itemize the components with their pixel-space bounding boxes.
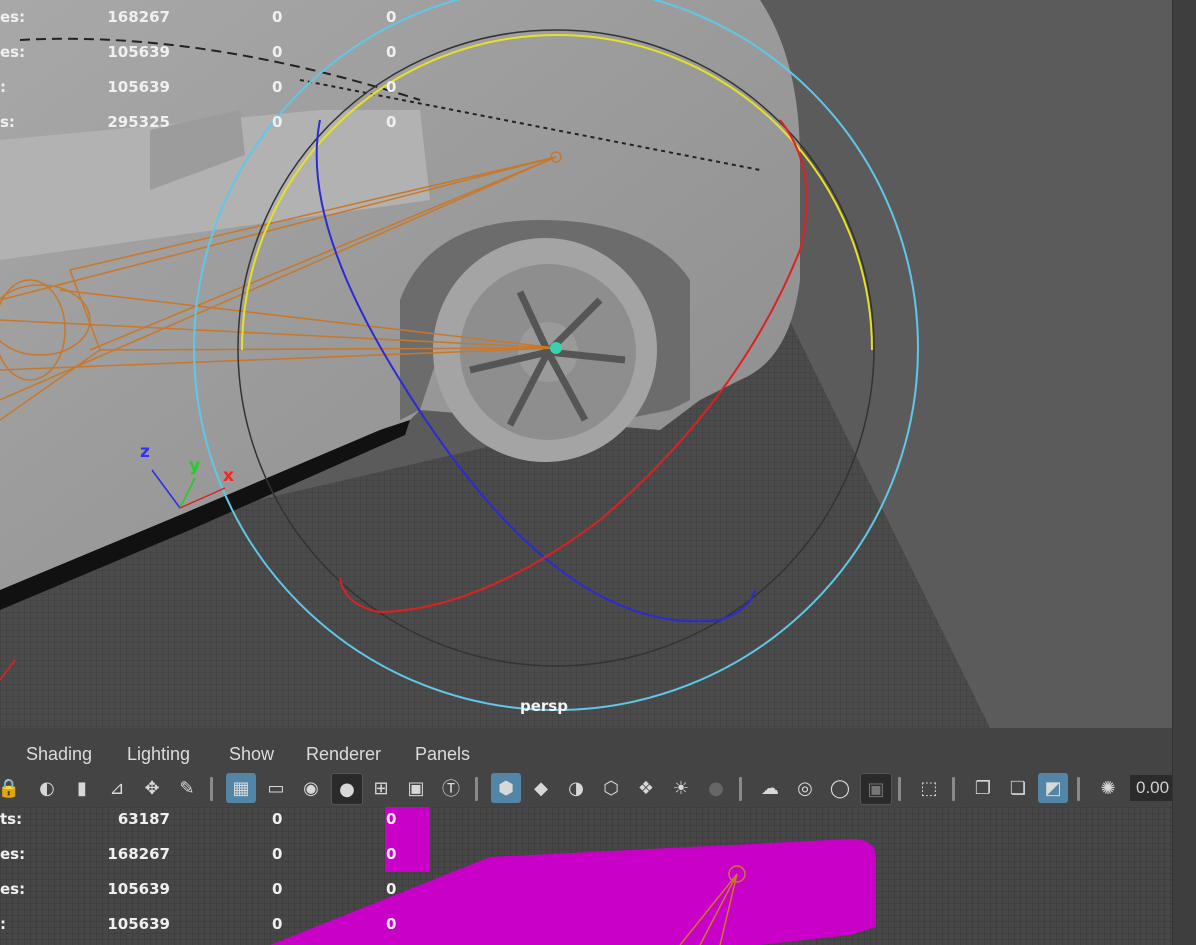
axis-x-label: x [223,466,234,486]
ambient-occlusion-icon[interactable]: ☁ [755,773,785,803]
panel-toolbar: 🔒 ◐ ▮ ⊿ ✥ ✎ ▦ ▭ ◉ ● ⊞ ▣ Ⓣ ⬢ ◆ ◑ ⬡ ❖ ☀ ● … [0,771,1172,807]
image-plane-icon[interactable]: ⊿ [102,773,132,803]
grease-pencil-icon[interactable]: ✎ [172,773,202,803]
film-gate-icon[interactable]: ▭ [261,773,291,803]
camera-name-label: persp [520,697,568,715]
grid-icon[interactable]: ▦ [226,773,256,803]
lower-scene-render[interactable] [0,807,1172,945]
lock-camera-icon[interactable]: 🔒 [0,773,24,803]
axis-y-label: y [189,456,201,476]
move-pivot-icon[interactable]: ✥ [137,773,167,803]
axis-z-label: z [140,442,150,462]
textured-icon[interactable]: ◑ [561,773,591,803]
camera-attributes-icon[interactable]: ◐ [32,773,62,803]
wireframe-icon[interactable]: ⬢ [491,773,521,803]
wireframe-on-shaded-icon[interactable]: ⬡ [596,773,626,803]
menu-show[interactable]: Show [229,744,274,765]
xray-icon[interactable]: ❖ [631,773,661,803]
smooth-shade-icon[interactable]: ◆ [526,773,556,803]
anti-alias-icon[interactable]: ◯ [825,773,855,803]
exposure-field[interactable]: 0.00 [1130,775,1172,801]
gate-mask-icon[interactable]: ● [331,773,363,805]
safe-title-icon[interactable]: Ⓣ [436,773,466,803]
field-chart-icon[interactable]: ⊞ [366,773,396,803]
right-panel-edge [1172,0,1196,945]
motion-blur-icon[interactable]: ◎ [790,773,820,803]
perspective-viewport[interactable]: z y x es: 168267 0 0 es: 105639 0 0 : 10… [0,0,1196,728]
xray-joints-icon[interactable]: ❐ [968,773,998,803]
exposure-icon[interactable]: ✺ [1093,773,1123,803]
menu-renderer[interactable]: Renderer [306,744,381,765]
xray-active-icon[interactable]: ❏ [1003,773,1033,803]
safe-action-icon[interactable]: ▣ [401,773,431,803]
two-sided-lighting-icon[interactable]: ◩ [1038,773,1068,803]
pivot-point [550,342,562,354]
scene-render[interactable] [0,0,1196,728]
bookmark-icon[interactable]: ▮ [67,773,97,803]
depth-of-field-icon[interactable]: ▣ [860,773,892,805]
shadows-icon[interactable]: ● [701,773,731,803]
lower-viewport[interactable]: ts: 63187 0 0 es: 168267 0 0 es: 105639 … [0,807,1172,945]
resolution-gate-icon[interactable]: ◉ [296,773,326,803]
menu-lighting[interactable]: Lighting [127,744,190,765]
panel-menu-bar: Shading Lighting Show Renderer Panels [0,737,1172,771]
menu-shading[interactable]: Shading [26,744,92,765]
menu-panels[interactable]: Panels [415,744,470,765]
lights-icon[interactable]: ☀ [666,773,696,803]
isolate-select-icon[interactable]: ⬚ [914,773,944,803]
